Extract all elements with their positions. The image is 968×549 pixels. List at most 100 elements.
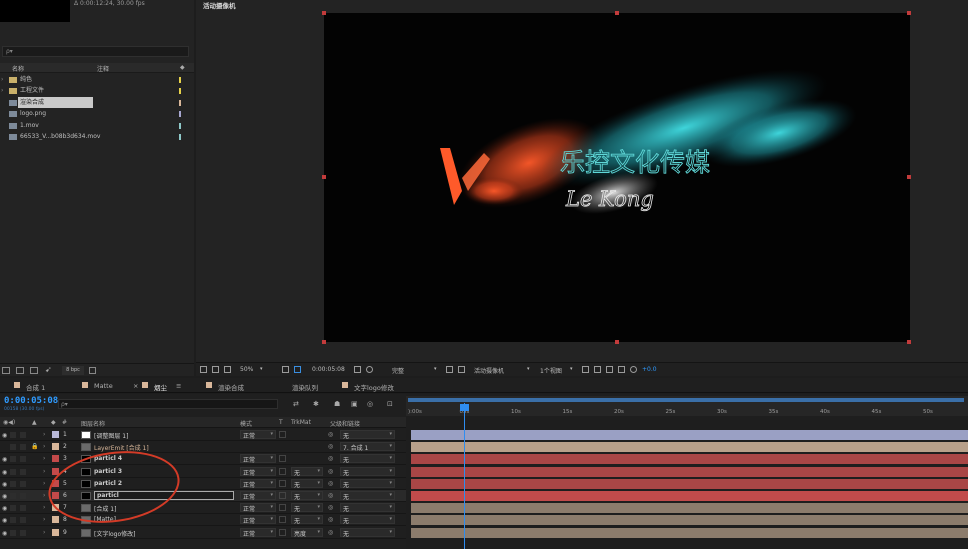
layer-row[interactable]: ◉ › 3 particl 4 正常 ▾ ◎ 无 ▾ xyxy=(0,453,406,466)
resolution-dropdown-icon[interactable]: ▾ xyxy=(434,366,437,372)
layer-name[interactable]: [调整图层 1] xyxy=(94,431,128,440)
frame-blending-icon[interactable]: ▣ xyxy=(351,400,358,408)
layer-label-color[interactable] xyxy=(52,431,59,438)
zoom-dropdown-icon[interactable]: ▾ xyxy=(260,366,263,372)
parent-select[interactable]: 无 ▾ xyxy=(340,466,395,477)
audio-toggle[interactable] xyxy=(10,505,16,512)
parent-select[interactable]: 无 ▾ xyxy=(340,430,395,440)
project-item[interactable]: › 工程文件 xyxy=(0,85,194,96)
column-trkmat[interactable]: TrkMat xyxy=(291,419,311,426)
layer-label-color[interactable] xyxy=(52,516,59,524)
layer-label-color[interactable] xyxy=(52,443,59,451)
expand-arrow-icon[interactable]: › xyxy=(43,516,45,523)
parent-pick-whip-icon[interactable]: ◎ xyxy=(328,468,333,475)
blend-mode-select[interactable]: 正常 ▾ xyxy=(240,478,276,489)
interpret-footage-icon[interactable] xyxy=(2,367,10,374)
transform-handle[interactable] xyxy=(615,11,619,15)
parent-select[interactable]: 7. 合成 1 ▾ xyxy=(340,442,395,452)
preserve-transparency-checkbox[interactable] xyxy=(279,516,286,524)
color-channel-icon[interactable] xyxy=(366,366,373,373)
new-folder-icon[interactable] xyxy=(16,367,24,374)
solo-toggle[interactable] xyxy=(20,517,26,524)
trash-icon[interactable] xyxy=(89,367,96,374)
layer-duration-bar[interactable] xyxy=(411,527,968,538)
solo-toggle[interactable] xyxy=(20,444,26,451)
parent-select[interactable]: 无 ▾ xyxy=(340,515,395,525)
blend-mode-select[interactable]: 正常 ▾ xyxy=(240,466,276,477)
timeline-tab[interactable]: 渲染队列 xyxy=(292,382,318,392)
expand-arrow-icon[interactable]: › xyxy=(43,431,45,438)
parent-pick-whip-icon[interactable]: ◎ xyxy=(328,443,333,450)
views-select[interactable]: 1个视图 xyxy=(540,366,562,375)
time-ruler[interactable] xyxy=(406,396,968,416)
solo-toggle[interactable] xyxy=(20,493,26,499)
blend-mode-select[interactable]: 正常 ▾ xyxy=(240,503,276,513)
layer-duration-bar[interactable] xyxy=(411,515,968,526)
mask-icon[interactable] xyxy=(224,366,231,373)
layer-duration-bar[interactable] xyxy=(411,478,968,489)
monitor-icon[interactable] xyxy=(212,366,219,373)
layer-row[interactable]: ◉ › 1 [调整图层 1] 正常 ▾ ◎ 无 ▾ xyxy=(0,429,406,441)
zoom-select[interactable]: 50% xyxy=(240,366,253,373)
fast-previews-icon[interactable] xyxy=(594,366,601,373)
new-composition-icon[interactable] xyxy=(30,367,38,374)
column-parent[interactable]: 父级和链接 xyxy=(330,419,360,428)
playhead-handle[interactable] xyxy=(460,404,469,411)
timeline-search-input[interactable]: ρ▾ xyxy=(58,399,278,409)
audio-toggle[interactable] xyxy=(10,529,16,536)
timeline-tab[interactable]: Matte xyxy=(94,382,113,390)
blend-mode-select[interactable]: 正常 ▾ xyxy=(240,515,276,525)
layer-label-color[interactable] xyxy=(52,455,59,463)
label-color-swatch[interactable] xyxy=(179,77,181,83)
visibility-eye-icon[interactable]: ◉ xyxy=(2,530,7,537)
parent-pick-whip-icon[interactable]: ◎ xyxy=(328,529,333,536)
column-comment[interactable]: 注释 xyxy=(97,64,109,73)
rocket-icon[interactable]: ➹ xyxy=(45,365,52,374)
always-preview-icon[interactable] xyxy=(200,366,207,373)
expand-arrow-icon[interactable]: › xyxy=(43,455,45,462)
composition-canvas[interactable]: 乐控文化传媒 Le Kong xyxy=(324,13,910,342)
visibility-eye-icon[interactable]: ◉ xyxy=(2,505,7,512)
playhead-line[interactable] xyxy=(464,403,465,549)
resolution-select[interactable]: 完整 xyxy=(392,366,404,375)
transparency-grid-icon[interactable] xyxy=(458,366,465,373)
expand-arrow-icon[interactable]: › xyxy=(43,443,45,450)
visibility-eye-icon[interactable]: ◉ xyxy=(2,481,7,488)
current-time[interactable]: 0:00:05:08 xyxy=(312,366,345,373)
parent-select[interactable]: 无 ▾ xyxy=(340,454,395,464)
shy-icon[interactable]: ☗ xyxy=(334,400,340,408)
region-of-interest-icon[interactable] xyxy=(446,366,453,373)
project-item[interactable]: 1.mov xyxy=(0,120,194,131)
layer-row[interactable]: ◉ › 8 [Matte] 正常 ▾ 无 ▾ ◎ 无 ▾ xyxy=(0,514,406,527)
blend-mode-select[interactable]: 正常 ▾ xyxy=(240,527,276,538)
camera-dropdown-icon[interactable]: ▾ xyxy=(527,366,530,372)
column-t[interactable]: T xyxy=(279,419,283,426)
layer-row[interactable]: 🔒 › 2 LayerEmit [合成 1] ◎ 7. 合成 1 ▾ xyxy=(0,441,406,454)
visibility-eye-icon[interactable]: ◉ xyxy=(2,493,7,500)
exposure-value[interactable]: +0.0 xyxy=(642,366,657,373)
solo-toggle[interactable] xyxy=(20,480,26,487)
parent-select[interactable]: 无 ▾ xyxy=(340,478,395,489)
snapshot-region-icon[interactable] xyxy=(294,366,301,373)
track-matte-select[interactable]: 无 ▾ xyxy=(291,466,323,477)
audio-toggle[interactable] xyxy=(10,456,16,463)
visibility-eye-icon[interactable]: ◉ xyxy=(2,517,7,524)
layer-name[interactable]: [文字logo修改] xyxy=(94,529,136,538)
expand-arrow-icon[interactable]: › xyxy=(43,504,45,511)
layer-row[interactable]: ◉ › 9 [文字logo修改] 正常 ▾ 亮度 ▾ ◎ 无 ▾ xyxy=(0,526,406,539)
visibility-eye-icon[interactable]: ◉ xyxy=(2,432,7,439)
parent-pick-whip-icon[interactable]: ◎ xyxy=(328,504,333,511)
label-color-swatch[interactable] xyxy=(179,134,181,140)
toggle-pixel-aspect-icon[interactable] xyxy=(582,366,589,373)
track-matte-select[interactable]: 无 ▾ xyxy=(291,491,323,501)
layer-duration-bar[interactable] xyxy=(411,442,968,453)
layer-duration-bar[interactable] xyxy=(411,491,968,501)
transform-handle[interactable] xyxy=(322,340,326,344)
draft-3d-icon[interactable]: ✱ xyxy=(313,400,319,408)
exposure-icon[interactable] xyxy=(630,366,637,373)
parent-pick-whip-icon[interactable]: ◎ xyxy=(328,516,333,523)
expand-arrow-icon[interactable]: › xyxy=(1,85,3,96)
parent-pick-whip-icon[interactable]: ◎ xyxy=(328,455,333,462)
timeline-icon[interactable] xyxy=(606,366,613,373)
camera-select[interactable]: 活动摄像机 xyxy=(474,366,504,375)
